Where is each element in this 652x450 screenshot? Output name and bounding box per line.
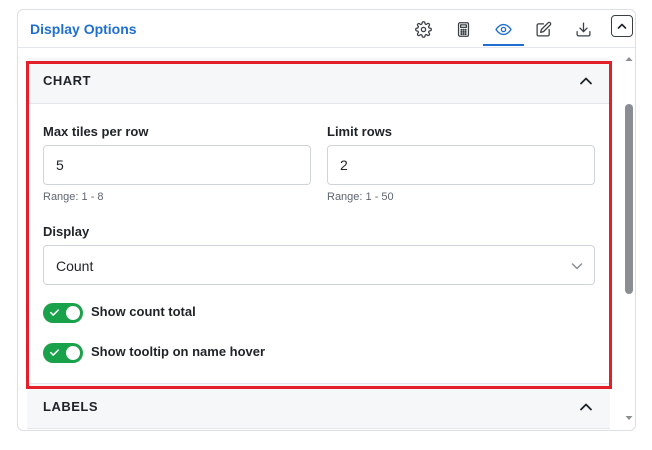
max-tiles-input[interactable]	[43, 145, 311, 185]
chart-section: CHART Max tiles per row Range: 1 - 8 Lim…	[27, 53, 610, 381]
eye-icon[interactable]	[492, 18, 514, 40]
display-options-panel: Display Options CHART Max tiles per row …	[17, 9, 636, 431]
scroll-up-arrow-icon[interactable]	[623, 53, 635, 65]
active-tab-indicator	[483, 44, 524, 46]
gear-icon[interactable]	[412, 18, 434, 40]
toggle-knob	[66, 346, 80, 360]
scroll-down-arrow-icon[interactable]	[623, 412, 635, 424]
labels-section-header[interactable]: LABELS	[27, 383, 610, 429]
edit-icon[interactable]	[532, 18, 554, 40]
labels-section-title: LABELS	[43, 399, 98, 414]
vertical-scrollbar[interactable]	[621, 48, 635, 430]
collapse-panel-button[interactable]	[611, 15, 633, 37]
display-select[interactable]: Count	[43, 245, 595, 285]
max-tiles-hint: Range: 1 - 8	[43, 191, 104, 203]
check-icon	[50, 309, 59, 316]
chevron-down-icon	[571, 263, 583, 270]
panel-title: Display Options	[30, 21, 137, 37]
show-tooltip-label: Show tooltip on name hover	[91, 344, 266, 359]
limit-rows-label: Limit rows	[327, 124, 393, 139]
panel-header: Display Options	[18, 10, 635, 48]
chevron-up-icon	[617, 23, 627, 29]
limit-rows-hint: Range: 1 - 50	[327, 191, 394, 203]
labels-section: LABELS	[27, 383, 610, 430]
download-icon[interactable]	[572, 18, 594, 40]
options-content: CHART Max tiles per row Range: 1 - 8 Lim…	[18, 48, 618, 430]
limit-rows-input[interactable]	[327, 145, 595, 185]
chart-section-header[interactable]: CHART	[27, 58, 610, 104]
chevron-up-icon[interactable]	[578, 73, 594, 89]
show-tooltip-toggle[interactable]	[43, 343, 83, 363]
check-icon	[50, 349, 59, 356]
max-tiles-label: Max tiles per row	[43, 124, 149, 139]
scrollbar-thumb[interactable]	[625, 104, 633, 294]
chart-section-title: CHART	[43, 73, 91, 88]
display-label: Display	[43, 224, 90, 239]
display-selected-value: Count	[56, 258, 94, 274]
show-count-total-toggle[interactable]	[43, 303, 83, 323]
calculator-icon[interactable]	[452, 18, 474, 40]
chevron-up-icon[interactable]	[578, 399, 594, 415]
toggle-knob	[66, 306, 80, 320]
show-count-total-label: Show count total	[91, 304, 196, 319]
